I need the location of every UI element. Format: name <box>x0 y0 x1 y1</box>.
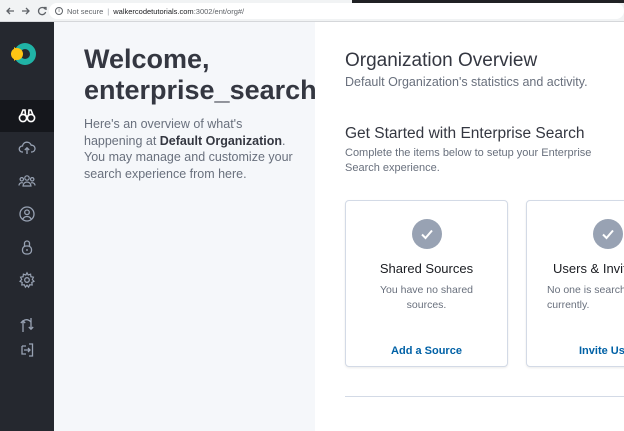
card-description: You have no shared sources. <box>379 284 474 311</box>
shared-sources-card: Shared Sources You have no shared source… <box>345 200 508 367</box>
add-source-link[interactable]: Add a Source <box>346 345 507 357</box>
card-description: No one is searching with you currently. <box>547 284 624 311</box>
get-started-title: Get Started with Enterprise Search <box>345 125 585 142</box>
section-divider <box>345 396 624 397</box>
logout-icon <box>21 343 34 357</box>
forward-button[interactable] <box>18 3 34 19</box>
checkmark-icon <box>593 219 623 249</box>
main-content: Organization Overview Default Organizati… <box>315 22 624 431</box>
switch-arrows-icon <box>20 318 34 332</box>
sidebar-item-overview[interactable] <box>0 100 54 132</box>
window-frame-strip <box>352 0 624 3</box>
invite-users-link[interactable]: Invite Users <box>579 345 624 357</box>
checkmark-icon <box>412 219 442 249</box>
reload-button[interactable] <box>34 3 50 19</box>
url-path: :3002/ent/org#/ <box>193 6 245 16</box>
url-separator: | <box>107 6 110 16</box>
reload-icon <box>37 6 47 15</box>
sidebar-item-settings[interactable] <box>0 264 54 296</box>
security-label: Not secure <box>67 6 104 16</box>
info-icon: i <box>55 7 63 15</box>
organization-overview-subtitle: Default Organization's statistics and ac… <box>345 75 588 89</box>
enterprise-search-logo[interactable] <box>10 41 36 67</box>
sidebar-item-logout[interactable] <box>0 334 54 366</box>
sidebar-item-groups[interactable] <box>0 165 54 197</box>
lock-icon <box>21 240 33 255</box>
logo-icon <box>11 43 36 65</box>
get-started-subtitle: Complete the items below to setup your E… <box>345 147 592 174</box>
sidebar-item-users[interactable] <box>0 198 54 230</box>
cloud-upload-icon <box>18 141 36 154</box>
url-host: walkercodetutorials.com <box>113 6 194 16</box>
user-circle-icon <box>19 206 35 222</box>
sidebar-item-security[interactable] <box>0 231 54 263</box>
arrow-left-icon <box>6 7 14 14</box>
gear-icon <box>19 271 35 289</box>
browser-toolbar: i Not secure | walkercodetutorials.com:3… <box>0 0 624 22</box>
welcome-description: Here's an overview of what's happening a… <box>84 116 299 182</box>
arrow-right-icon <box>22 7 30 14</box>
card-title: Shared Sources <box>379 261 474 276</box>
welcome-panel: Welcome, enterprise_search Here's an ove… <box>54 22 317 431</box>
users-invitations-card: Users & Invitations No one is searching … <box>526 200 624 367</box>
sidebar-item-sources[interactable] <box>0 132 54 164</box>
card-title: Users & Invitations <box>553 261 624 276</box>
address-bar[interactable]: i Not secure | walkercodetutorials.com:3… <box>49 3 624 19</box>
users-group-icon <box>18 175 36 187</box>
welcome-title: Welcome, enterprise_search <box>84 44 317 105</box>
organization-overview-title: Organization Overview <box>345 50 538 71</box>
welcome-org-name: Default Organization <box>159 133 282 148</box>
back-button[interactable] <box>2 3 18 19</box>
binoculars-icon <box>18 109 36 123</box>
sidebar <box>0 22 54 431</box>
